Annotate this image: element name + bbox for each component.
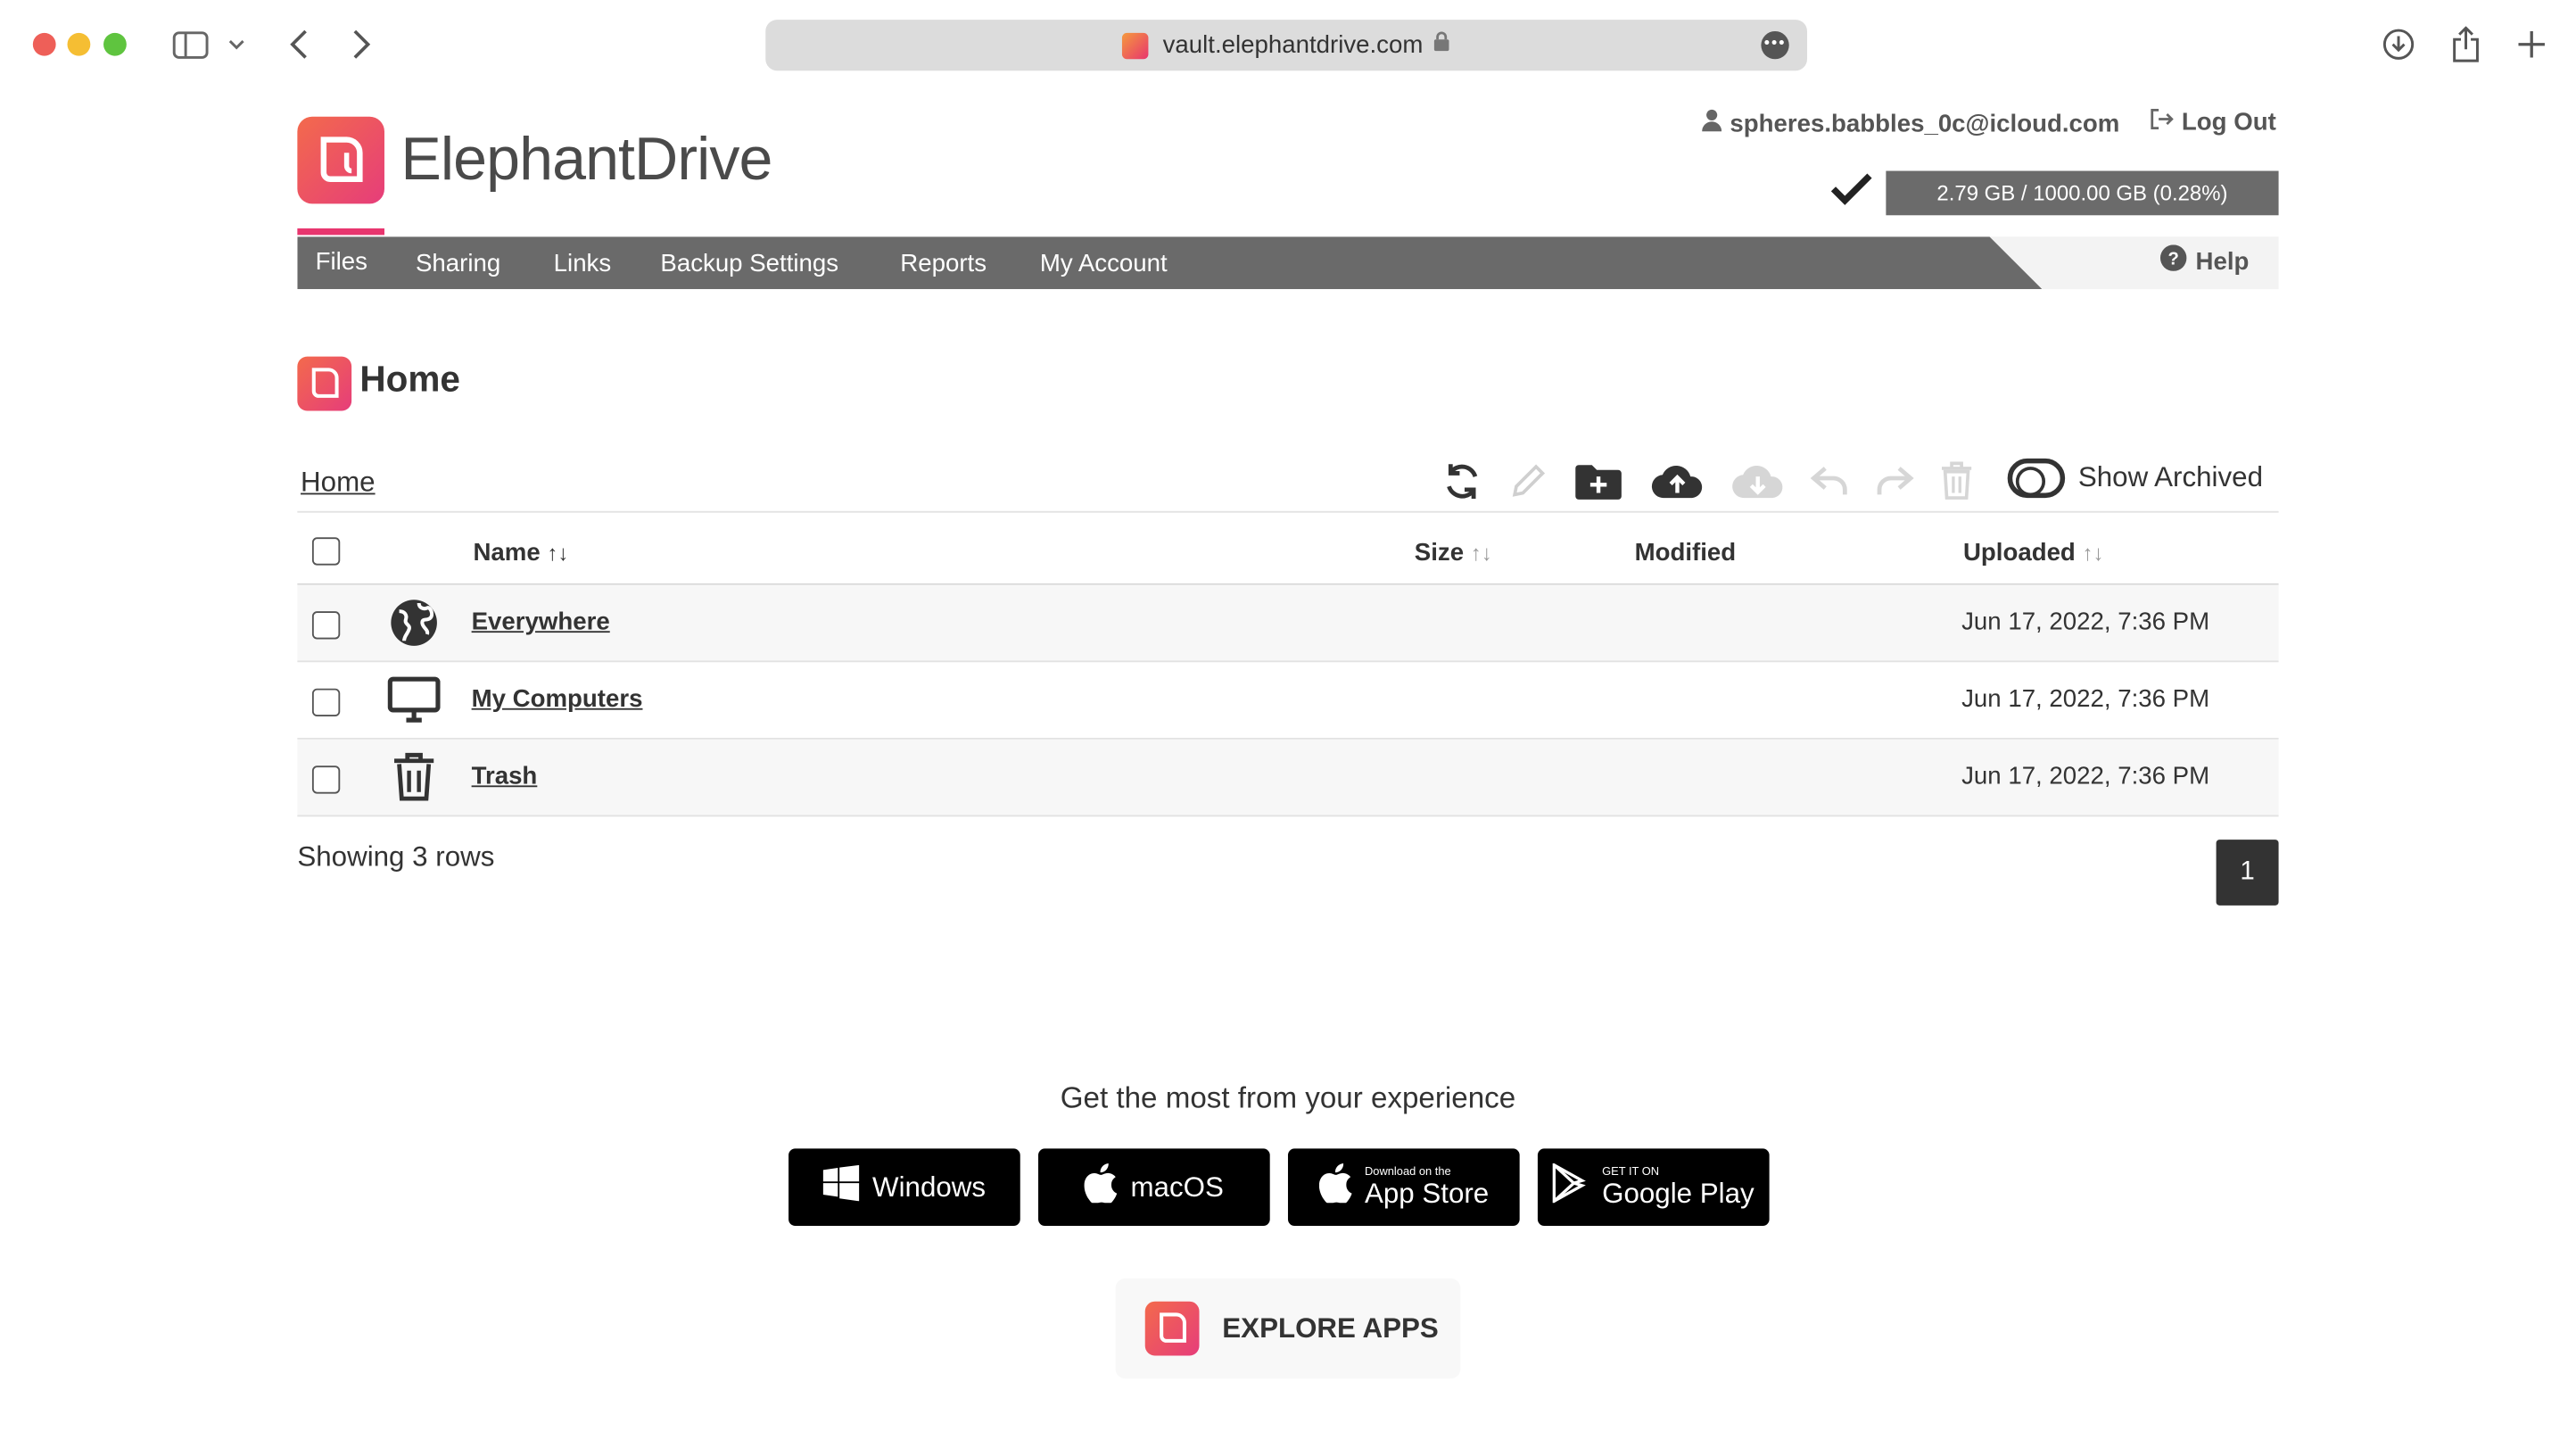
row-checkbox[interactable] <box>311 688 341 717</box>
explore-apps-label: EXPLORE APPS <box>1222 1311 1439 1344</box>
macos-download-button[interactable]: macOS <box>1038 1148 1270 1226</box>
undo-button[interactable] <box>1807 459 1854 505</box>
page-title: Home <box>359 358 460 400</box>
apple-icon <box>1318 1163 1352 1211</box>
page-1-button[interactable]: 1 <box>2216 840 2279 906</box>
table-row[interactable]: Trash Jun 17, 2022, 7:36 PM <box>297 739 2279 815</box>
sort-icon: ↑↓ <box>547 540 569 566</box>
google-play-button[interactable]: GET IT ON Google Play <box>1537 1148 1770 1226</box>
nav-sharing[interactable]: Sharing <box>416 250 500 277</box>
help-label: Help <box>2195 247 2250 276</box>
toolbar-divider <box>297 510 2279 513</box>
show-archived-label: Show Archived <box>2077 461 2263 493</box>
downloads-icon[interactable] <box>2379 25 2418 64</box>
rename-button[interactable] <box>1505 459 1551 505</box>
share-icon[interactable] <box>2446 25 2485 64</box>
help-icon: ? <box>2160 244 2188 277</box>
nav-links[interactable]: Links <box>554 250 612 277</box>
user-email: spheres.babbles_0c@icloud.com <box>1730 109 2120 137</box>
help-link[interactable]: ? Help <box>2160 244 2250 277</box>
brand-name: ElephantDrive <box>400 124 772 193</box>
sort-icon: ↑↓ <box>1470 540 1492 566</box>
url-text: vault.elephantdrive.com <box>1162 30 1424 60</box>
page-menu-icon[interactable]: ••• <box>1761 30 1789 60</box>
logout-icon <box>2151 109 2174 137</box>
windows-label: Windows <box>872 1171 987 1203</box>
row-uploaded: Jun 17, 2022, 7:36 PM <box>1961 685 2210 714</box>
macos-label: macOS <box>1130 1171 1224 1203</box>
google-play-label: Google Play <box>1602 1177 1754 1209</box>
sort-icon: ↑↓ <box>2082 540 2104 566</box>
sync-check-icon <box>1830 171 1873 216</box>
new-folder-button[interactable] <box>1573 459 1625 505</box>
row-checkbox[interactable] <box>311 611 341 640</box>
column-name-label: Name <box>473 539 541 567</box>
column-uploaded[interactable]: Uploaded ↑↓ <box>1963 539 2104 567</box>
show-archived-toggle[interactable] <box>2007 458 2066 499</box>
column-size-label: Size <box>1414 539 1465 567</box>
user-icon <box>1702 109 1722 138</box>
back-icon[interactable] <box>279 25 318 64</box>
minimize-window-button[interactable] <box>67 32 91 56</box>
row-uploaded: Jun 17, 2022, 7:36 PM <box>1961 608 2210 636</box>
active-tab-indicator <box>297 228 384 236</box>
row-checkbox[interactable] <box>311 765 341 794</box>
lock-icon <box>1432 31 1450 59</box>
sidebar-toggle-icon[interactable] <box>171 25 211 64</box>
row-uploaded: Jun 17, 2022, 7:36 PM <box>1961 762 2210 790</box>
table-bottom-divider <box>297 815 2279 817</box>
storage-quota: 2.79 GB / 1000.00 GB (0.28%) <box>1886 170 2279 216</box>
close-window-button[interactable] <box>32 32 56 56</box>
app-store-label: App Store <box>1364 1177 1490 1209</box>
main-nav: Files Sharing Links Backup Settings Repo… <box>297 236 2279 290</box>
column-name[interactable]: Name ↑↓ <box>473 539 568 567</box>
monitor-icon <box>387 674 441 726</box>
home-folder-icon <box>297 356 352 411</box>
nav-my-account[interactable]: My Account <box>1040 250 1168 277</box>
nav-files[interactable]: Files <box>316 248 367 276</box>
elephantdrive-logo[interactable] <box>297 116 384 204</box>
table-row[interactable]: My Computers Jun 17, 2022, 7:36 PM <box>297 662 2278 738</box>
nav-backup-settings[interactable]: Backup Settings <box>660 250 838 277</box>
row-name-link[interactable]: Everywhere <box>472 608 610 635</box>
app-store-small-label: Download on the <box>1364 1165 1451 1178</box>
row-count: Showing 3 rows <box>297 841 495 873</box>
row-name-link[interactable]: My Computers <box>472 685 643 713</box>
browser-toolbar: vault.elephantdrive.com ••• <box>0 0 2576 93</box>
row-name-link[interactable]: Trash <box>472 763 538 790</box>
select-all-checkbox[interactable] <box>311 537 341 566</box>
nav-reports[interactable]: Reports <box>900 250 987 277</box>
explore-apps-button[interactable]: EXPLORE APPS <box>1115 1278 1461 1379</box>
user-account-link[interactable]: spheres.babbles_0c@icloud.com <box>1702 109 2119 138</box>
address-bar[interactable]: vault.elephantdrive.com ••• <box>765 20 1807 71</box>
column-size[interactable]: Size ↑↓ <box>1415 539 1492 567</box>
table-row[interactable]: Everywhere Jun 17, 2022, 7:36 PM <box>297 584 2279 661</box>
logout-link[interactable]: Log Out <box>2151 109 2276 137</box>
forward-icon[interactable] <box>342 25 381 64</box>
redo-button[interactable] <box>1871 459 1918 505</box>
promo-heading: Get the most from your experience <box>1060 1080 1516 1114</box>
site-favicon <box>1121 31 1149 59</box>
logout-label: Log Out <box>2181 108 2276 137</box>
delete-button[interactable] <box>1934 459 1980 505</box>
download-button[interactable] <box>1730 459 1786 505</box>
trash-icon <box>388 751 441 804</box>
upload-button[interactable] <box>1649 459 1705 505</box>
maximize-window-button[interactable] <box>103 32 127 56</box>
breadcrumb-home[interactable]: Home <box>301 467 376 500</box>
globe-icon <box>388 597 441 650</box>
elephantdrive-app-icon <box>1144 1301 1200 1356</box>
google-play-small-label: GET IT ON <box>1602 1165 1660 1178</box>
windows-download-button[interactable]: Windows <box>788 1148 1020 1226</box>
column-uploaded-label: Uploaded <box>1962 539 2076 567</box>
apple-icon <box>1084 1163 1118 1211</box>
app-store-button[interactable]: Download on the App Store <box>1287 1148 1520 1226</box>
google-play-icon <box>1553 1162 1589 1211</box>
windows-icon <box>822 1164 860 1210</box>
chevron-down-icon[interactable] <box>220 25 253 64</box>
refresh-button[interactable] <box>1439 459 1485 505</box>
svg-text:?: ? <box>2168 250 2179 269</box>
new-tab-icon[interactable] <box>2512 25 2551 64</box>
column-modified[interactable]: Modified <box>1635 539 1737 567</box>
